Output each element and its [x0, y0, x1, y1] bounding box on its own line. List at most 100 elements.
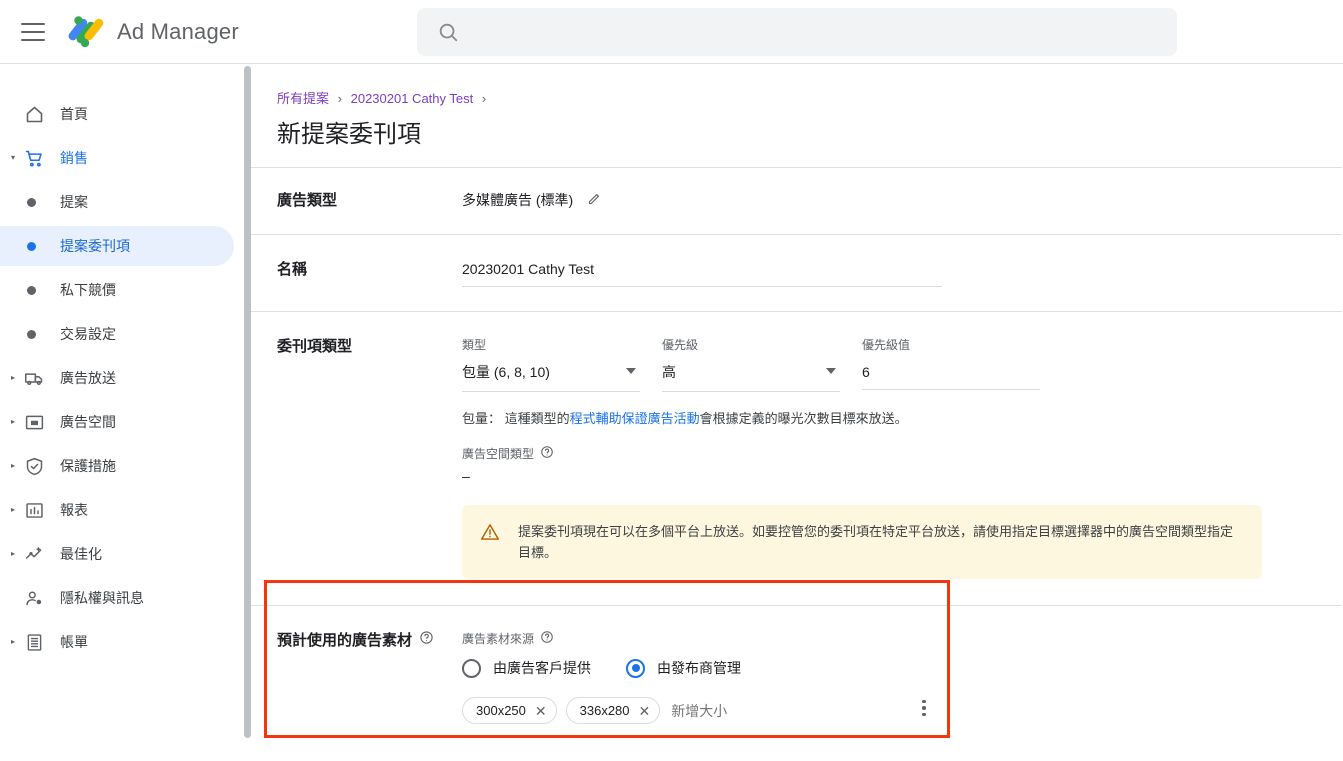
sidebar-item-protections[interactable]: ▸ 保護措施 [0, 446, 234, 486]
hamburger-menu-icon[interactable] [21, 22, 45, 41]
sidebar-item-reports[interactable]: ▸ 報表 [0, 490, 234, 530]
sidebar-item-proposal-line-items[interactable]: 提案委刊項 [0, 226, 234, 266]
search-icon [439, 23, 458, 42]
breadcrumb-all-proposals[interactable]: 所有提案 [277, 91, 329, 106]
ad-type-section: 廣告類型 多媒體廣告 (標準) [251, 167, 1342, 234]
sidebar-item-proposals[interactable]: 提案 [0, 182, 234, 222]
multi-platform-warning-banner: 提案委刊項現在可以在多個平台上放送。如要控管您的委刊項在特定平台放送，請使用指定… [462, 505, 1262, 579]
sidebar-item-deal-settings[interactable]: 交易設定 [0, 314, 234, 354]
line-item-type-section: 委刊項類型 類型 包量 (6, 8, 10) 優先級 高 優先級值 6 包量： … [251, 311, 1342, 605]
radio-button-unselected-icon [462, 658, 481, 678]
chevron-down-icon[interactable] [826, 368, 836, 374]
billing-receipt-icon [22, 630, 46, 654]
ad-manager-app: Ad Manager 首頁 ▾ 銷售 提案 提案委刊項 私下競價 交易設定 ▸ … [0, 0, 1343, 761]
close-x-icon[interactable]: ✕ [535, 704, 547, 718]
delivery-truck-icon [22, 366, 46, 390]
line-item-type-label: 委刊項類型 [277, 338, 353, 355]
chevron-right-icon[interactable]: ▸ [8, 637, 18, 647]
expected-creatives-label: 預計使用的廣告素材 [277, 632, 413, 649]
close-x-icon[interactable]: ✕ [639, 704, 651, 718]
global-search-box[interactable] [417, 8, 1177, 56]
sidebar-item-label: 提案委刊項 [60, 238, 130, 254]
priority-field-label: 優先級 [662, 338, 699, 352]
sidebar-item-delivery[interactable]: ▸ 廣告放送 [0, 358, 234, 398]
creative-source-label-row: 廣告素材來源 [462, 630, 1342, 647]
bar-chart-icon [22, 498, 46, 522]
page-header: 所有提案 › 20230201 Cathy Test › 新提案委刊項 [251, 64, 1343, 167]
breadcrumb: 所有提案 › 20230201 Cathy Test › [277, 90, 1343, 108]
sidebar-item-billing[interactable]: ▸ 帳單 [0, 622, 234, 662]
app-brand-title: Ad Manager [117, 18, 239, 44]
sidebar-item-privacy-messaging[interactable]: 隱私權與訊息 [0, 578, 234, 618]
name-section: 名稱 [251, 234, 1342, 311]
bullet-dot-icon [27, 285, 36, 295]
priority-field: 優先級 高 [662, 336, 840, 392]
sidebar-item-inventory[interactable]: ▸ 廣告空間 [0, 402, 234, 442]
radio-label: 由發布商管理 [657, 660, 741, 676]
help-circle-icon[interactable] [540, 445, 554, 462]
radio-publisher-managed[interactable]: 由發布商管理 [626, 658, 741, 678]
type-field-label: 類型 [462, 338, 487, 352]
type-select[interactable]: 包量 (6, 8, 10) [462, 362, 640, 392]
chevron-down-icon[interactable] [626, 368, 636, 374]
creative-source-radio-group: 由廣告客戶提供 由發布商管理 [462, 658, 1342, 678]
sidebar-item-label: 保護措施 [60, 458, 116, 474]
type-field: 類型 包量 (6, 8, 10) [462, 336, 640, 392]
bullet-dot-icon [27, 241, 36, 251]
sidebar-item-home[interactable]: 首頁 [0, 94, 234, 134]
more-vertical-icon[interactable] [912, 695, 936, 721]
ad-type-label: 廣告類型 [277, 192, 338, 209]
ad-type-value: 多媒體廣告 (標準) [462, 192, 574, 208]
content-scrollbar[interactable] [244, 64, 251, 761]
warning-triangle-icon [480, 522, 500, 547]
main-content-area: 所有提案 › 20230201 Cathy Test › 新提案委刊項 廣告類型… [251, 64, 1343, 761]
chevron-right-icon[interactable]: ▸ [8, 417, 18, 427]
expected-creatives-section: 預計使用的廣告素材 廣告素材來源 由廣告客戶提供 由發布商管理 300x250 … [251, 605, 1342, 761]
sidebar-item-optimization[interactable]: ▸ 最佳化 [0, 534, 234, 574]
creative-sizes-field[interactable]: 300x250 ✕ 336x280 ✕ [462, 697, 926, 736]
inventory-icon [22, 410, 46, 434]
shopping-cart-icon [22, 146, 46, 170]
programmatic-guaranteed-link[interactable]: 程式輔助保證廣告活動 [570, 411, 700, 426]
size-chip[interactable]: 336x280 ✕ [565, 697, 661, 724]
chevron-down-icon[interactable]: ▾ [8, 153, 18, 163]
chevron-right-icon[interactable]: ▸ [8, 549, 18, 559]
chevron-right-icon[interactable]: ▸ [8, 373, 18, 383]
inventory-type-label-row: 廣告空間類型 [462, 445, 1342, 462]
priority-value-label: 優先級值 [862, 338, 911, 352]
breadcrumb-proposal-name[interactable]: 20230201 Cathy Test [351, 91, 474, 106]
shield-icon [22, 454, 46, 478]
sidebar-item-label: 最佳化 [60, 546, 102, 562]
priority-select[interactable]: 高 [662, 362, 840, 392]
chevron-right-icon[interactable]: ▸ [8, 461, 18, 471]
radio-advertiser-provided[interactable]: 由廣告客戶提供 [462, 658, 591, 678]
sidebar-item-label: 私下競價 [60, 282, 116, 298]
name-label: 名稱 [277, 261, 308, 278]
priority-value-input[interactable] [862, 362, 1040, 390]
line-item-type-fields: 類型 包量 (6, 8, 10) 優先級 高 優先級值 6 [462, 336, 1342, 392]
size-chip-label: 336x280 [579, 703, 630, 718]
inventory-type-label: 廣告空間類型 [462, 447, 535, 461]
sidebar-item-label: 銷售 [60, 150, 88, 166]
note-suffix: 會根據定義的曝光次數目標來放送。 [699, 411, 908, 426]
add-size-input[interactable] [669, 701, 860, 720]
name-input[interactable] [462, 259, 942, 287]
bullet-dot-icon [27, 329, 36, 339]
optimization-icon [22, 542, 46, 566]
creative-source-label: 廣告素材來源 [462, 632, 535, 646]
pencil-edit-icon[interactable] [587, 191, 602, 209]
priority-select-value: 高 [662, 364, 676, 380]
radio-button-selected-icon [626, 658, 645, 678]
scrollbar-thumb[interactable] [244, 66, 251, 738]
search-input[interactable] [473, 22, 1113, 42]
sidebar-item-label: 提案 [60, 194, 88, 210]
size-chip[interactable]: 300x250 ✕ [462, 697, 557, 724]
sidebar-item-label: 首頁 [60, 106, 88, 122]
help-circle-icon[interactable] [419, 630, 434, 652]
radio-label: 由廣告客戶提供 [493, 660, 591, 676]
chevron-right-icon[interactable]: ▸ [8, 505, 18, 515]
ad-manager-logo [65, 13, 107, 51]
sidebar-item-sales[interactable]: ▾ 銷售 [0, 138, 234, 178]
help-circle-icon[interactable] [540, 630, 554, 647]
sidebar-item-private-auction[interactable]: 私下競價 [0, 270, 234, 310]
